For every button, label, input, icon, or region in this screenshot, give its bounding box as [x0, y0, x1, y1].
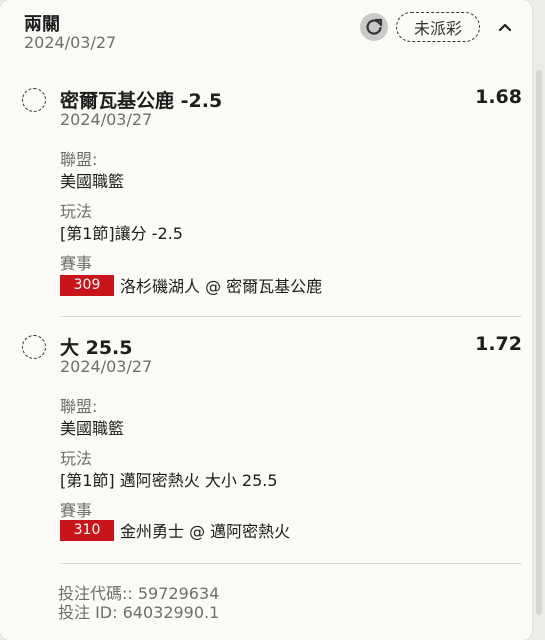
bet-card: 兩關 2024/03/27 未派彩 密爾瓦基公鹿 -2.5 1.68 2024/… — [0, 0, 532, 640]
refresh-icon — [366, 18, 383, 35]
collapse-button[interactable] — [494, 16, 516, 38]
bet-leg: 大 25.5 1.72 2024/03/27 聯盟: 美國職籃 玩法 [第1節]… — [22, 333, 522, 553]
bet-type-value: [第1節] 邁阿密熱火 大小 25.5 — [60, 471, 278, 490]
match-id-badge: 310 — [60, 519, 114, 541]
bet-header: 兩關 2024/03/27 未派彩 — [24, 10, 512, 60]
leg-odds: 1.68 — [475, 86, 522, 108]
dashed-circle-icon — [22, 88, 46, 112]
leg-date: 2024/03/27 — [60, 110, 153, 129]
leg-odds: 1.72 — [475, 333, 522, 355]
chevron-up-icon — [498, 23, 512, 32]
bet-type-value: [第1節]讓分 -2.5 — [60, 224, 183, 243]
bet-type-label: 玩法 — [60, 202, 93, 221]
bet-date: 2024/03/27 — [24, 33, 117, 52]
bet-leg: 密爾瓦基公鹿 -2.5 1.68 2024/03/27 聯盟: 美國職籃 玩法 … — [22, 86, 522, 306]
match-name: 金州勇士 @ 邁阿密熱火 — [120, 522, 291, 541]
leg-selection: 大 25.5 — [60, 337, 133, 359]
league-label: 聯盟: — [60, 397, 98, 416]
bet-type-label: 玩法 — [60, 449, 93, 468]
divider — [60, 316, 522, 317]
league-label: 聯盟: — [60, 150, 98, 169]
dashed-circle-icon — [22, 335, 46, 359]
status-badge: 未派彩 — [396, 12, 480, 42]
refresh-button[interactable] — [360, 13, 388, 41]
divider — [60, 563, 522, 564]
league-value: 美國職籃 — [60, 172, 125, 191]
scrollbar[interactable] — [536, 70, 542, 615]
bet-id: 投注 ID: 64032990.1 — [58, 603, 220, 622]
match-row: 309 洛杉磯湖人 @ 密爾瓦基公鹿 — [60, 273, 322, 297]
leg-selection: 密爾瓦基公鹿 -2.5 — [60, 90, 223, 112]
match-name: 洛杉磯湖人 @ 密爾瓦基公鹿 — [120, 277, 323, 296]
league-value: 美國職籃 — [60, 419, 125, 438]
match-row: 310 金州勇士 @ 邁阿密熱火 — [60, 518, 290, 542]
match-id-badge: 309 — [60, 274, 114, 296]
event-label: 賽事 — [60, 254, 93, 273]
leg-date: 2024/03/27 — [60, 357, 153, 376]
